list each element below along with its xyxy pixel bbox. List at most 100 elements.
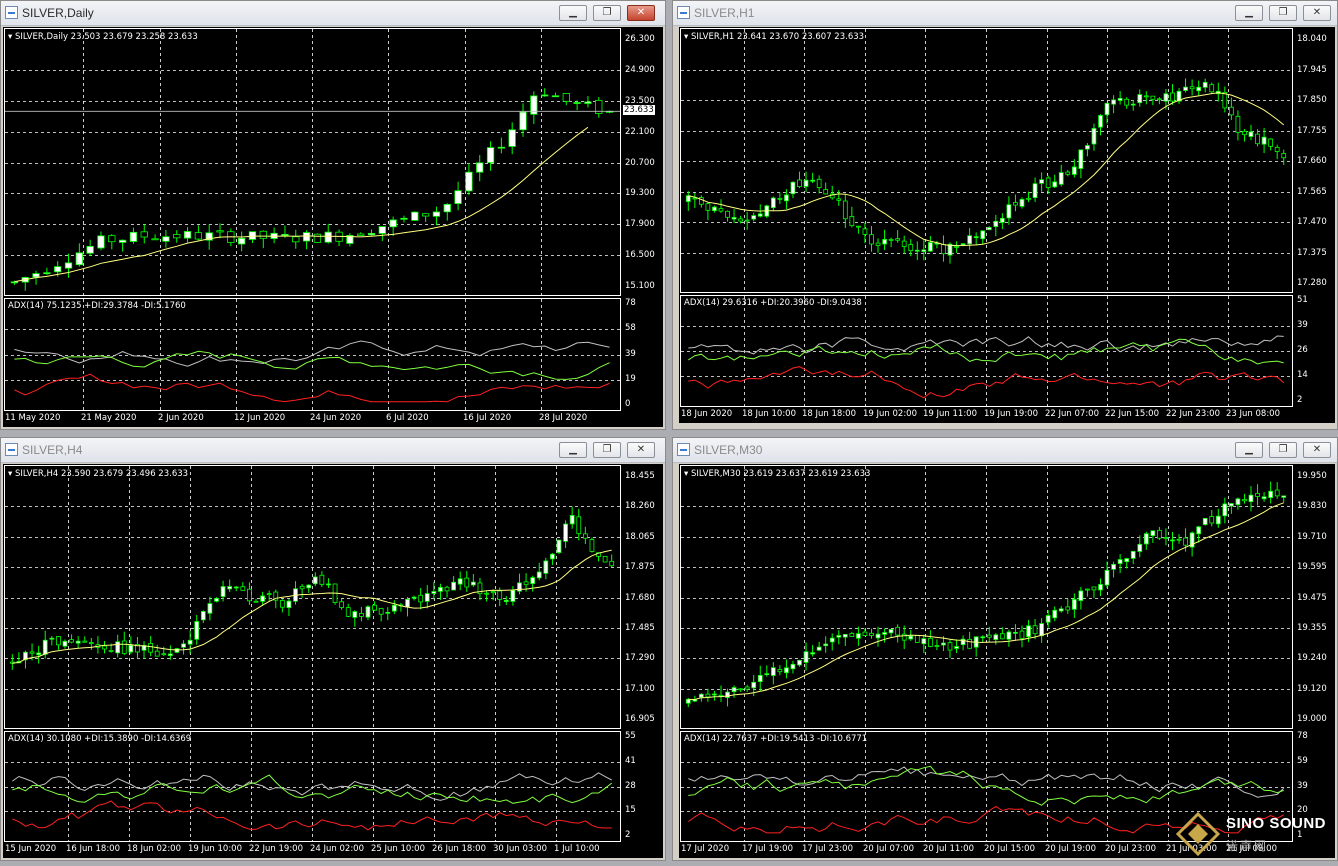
candle-body (1248, 131, 1254, 137)
candle-body (82, 640, 88, 643)
candle-body (1163, 537, 1169, 539)
title-bar[interactable]: SILVER,M30 ▁ ❐ ✕ (673, 438, 1337, 463)
price-axis-label: 19.595 (1297, 561, 1327, 572)
title-bar[interactable]: SILVER,H1 ▁ ❐ ✕ (673, 1, 1337, 26)
chart-window-h1[interactable]: SILVER,H1 ▁ ❐ ✕ 18.040 17.945 17.850 17.755… (672, 0, 1338, 430)
candle-body (10, 281, 19, 284)
minimize-icon[interactable]: ▁ (1235, 442, 1263, 458)
indicator-axis-label: 78 (625, 298, 636, 308)
candle-body (490, 591, 496, 594)
price-axis-label: 17.375 (1297, 247, 1327, 258)
candle-body (856, 225, 861, 228)
time-axis-label: 20 Jul 11:00 (923, 844, 974, 854)
candles (685, 481, 1287, 708)
candle-body (118, 239, 127, 243)
candle-body (1124, 558, 1130, 563)
price-axis-label: 17.280 (1297, 277, 1327, 288)
title-bar[interactable]: SILVER,Daily ▁ ❐ ✕ (1, 1, 665, 26)
candle-body (582, 533, 588, 539)
indicator-label: ADX(14) 29.6316 +DI:20.3960 -DI:9.0438 (684, 298, 862, 308)
price-axis-label: 16.500 (625, 249, 655, 260)
candle-body (1274, 146, 1280, 152)
price-axis-label: 19.000 (1297, 713, 1327, 724)
price-axis-label: 15.100 (625, 280, 655, 291)
chart-window-h4[interactable]: SILVER,H4 ▁ ❐ ✕ 18.455 18.260 18.065 17.875… (0, 437, 666, 861)
candle-body (584, 101, 592, 104)
restore-icon[interactable]: ❐ (593, 442, 621, 458)
candle-body (32, 273, 40, 278)
minimize-icon[interactable]: ▁ (1235, 5, 1263, 21)
close-icon[interactable]: ✕ (627, 442, 655, 458)
candle-body (1170, 539, 1175, 542)
candle-body (1006, 204, 1012, 219)
candle-body (1268, 138, 1274, 147)
candle-body (162, 236, 170, 242)
candle-body (777, 669, 783, 673)
candle-body (64, 262, 73, 269)
candle-body (947, 642, 953, 651)
candle-body (1235, 498, 1241, 505)
candle-body (770, 197, 776, 209)
restore-icon[interactable]: ❐ (1269, 5, 1297, 21)
chart-area[interactable]: 18.455 18.260 18.065 17.875 17.680 17.485 17.2… (3, 464, 663, 858)
candle-body (810, 652, 815, 655)
candle-body (784, 667, 789, 674)
candle-body (1255, 492, 1260, 497)
candles (10, 88, 614, 291)
candle-body (29, 651, 35, 654)
candle-body (816, 178, 822, 188)
chart-area[interactable]: 19.950 19.830 19.710 19.595 19.475 19.355 19.2… (679, 464, 1335, 858)
candle-body (1229, 503, 1234, 507)
chart-window-m30[interactable]: SILVER,M30 ▁ ❐ ✕ 19.950 19.830 19.710 19.59… (672, 437, 1338, 861)
candle-body (1143, 95, 1149, 98)
candle-body (790, 663, 796, 670)
time-axis-label: 1 Jul 10:00 (554, 844, 600, 854)
candle-body (519, 111, 527, 131)
price-axis-label: 19.120 (1297, 683, 1327, 694)
restore-icon[interactable]: ❐ (1269, 442, 1297, 458)
title-bar[interactable]: SILVER,H4 ▁ ❐ ✕ (1, 438, 665, 463)
candle-body (842, 200, 848, 220)
minimize-icon[interactable]: ▁ (559, 5, 587, 21)
candle-body (454, 190, 462, 204)
candle-body (1248, 494, 1254, 503)
price-axis-label: 24.900 (625, 64, 655, 75)
candle-body (306, 584, 312, 589)
chart-window-daily[interactable]: SILVER,Daily ▁ ❐ ✕ 26.300 24.900 23.500 22.… (0, 0, 666, 430)
close-icon[interactable]: ✕ (1303, 5, 1331, 21)
candle-body (497, 146, 506, 149)
time-axis-label: 22 Jun 07:00 (1045, 409, 1099, 419)
candle-body (573, 102, 581, 104)
candle-body (836, 635, 842, 638)
minimize-icon[interactable]: ▁ (559, 442, 587, 458)
chart-area[interactable]: 26.300 24.900 23.500 22.100 20.700 19.300 17.9… (3, 27, 663, 427)
close-icon[interactable]: ✕ (627, 5, 655, 21)
time-axis-label: 17 Jul 2020 (681, 844, 730, 854)
candle-body (247, 588, 252, 602)
indicator-axis-label: 2 (1297, 395, 1303, 405)
chart-area[interactable]: 18.040 17.945 17.850 17.755 17.660 17.565 17.4… (679, 27, 1335, 423)
candle-body (302, 232, 311, 242)
candle-body (536, 571, 542, 579)
candle-body (1137, 94, 1143, 104)
time-axis-label: 30 Jun 03:00 (493, 844, 547, 854)
candle-body (421, 213, 430, 217)
candle-body (797, 659, 802, 666)
candle-body (161, 653, 167, 656)
time-axis-label: 19 Jun 11:00 (923, 409, 977, 419)
indicator-axis-label: 15 (625, 805, 636, 815)
candle-body (1026, 197, 1031, 200)
candle-body (372, 604, 377, 611)
restore-icon[interactable]: ❐ (593, 5, 621, 21)
candle-body (75, 640, 81, 644)
candle-body (576, 516, 582, 535)
indicator-axis-label: 2 (625, 830, 631, 840)
candle-body (856, 633, 861, 639)
candle-body (738, 218, 743, 222)
indicator-axis-label: 26 (1297, 345, 1308, 355)
close-icon[interactable]: ✕ (1303, 442, 1331, 458)
candle-body (1189, 86, 1195, 90)
time-axis-label: 20 Jul 19:00 (1045, 844, 1096, 854)
time-axis-label: 28 Jul 2020 (539, 413, 588, 423)
candle-body (497, 590, 503, 600)
